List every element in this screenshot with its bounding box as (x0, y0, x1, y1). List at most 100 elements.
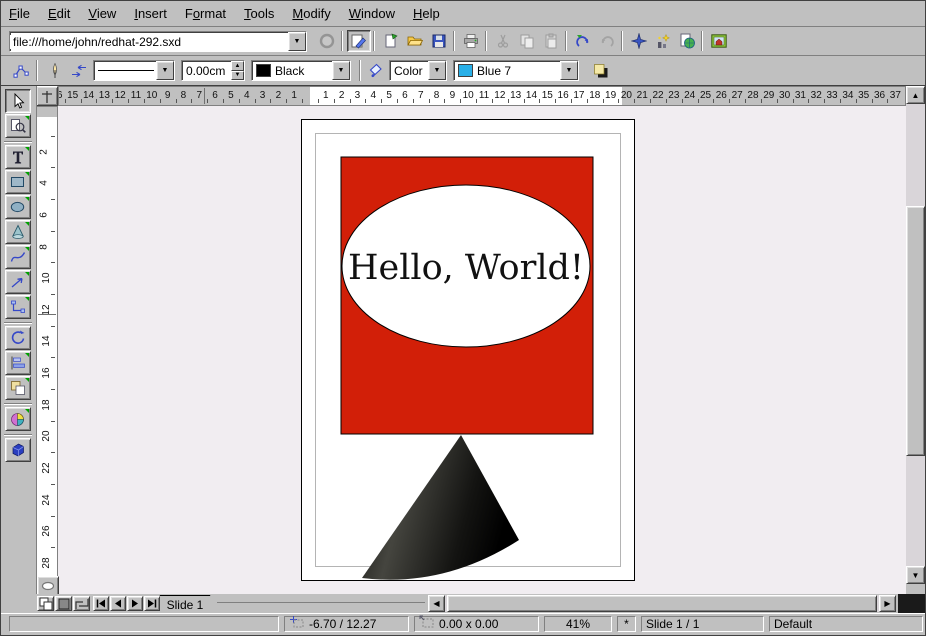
menu-format[interactable]: Format (177, 4, 234, 23)
slide-nav-next-button[interactable] (127, 596, 143, 611)
zoom-tool-button[interactable] (5, 114, 31, 138)
ruler-label: 30 (779, 90, 790, 101)
spin-up-button[interactable]: ▲ (231, 61, 244, 71)
fill-color-dropdown-button[interactable] (560, 61, 578, 80)
ruler-label: 27 (732, 90, 743, 101)
ruler-label: 26 (716, 90, 727, 101)
slide-nav-first-button[interactable] (93, 596, 109, 611)
fill-style-select[interactable]: Color (389, 60, 447, 81)
canvas[interactable]: Hello, World! (58, 106, 906, 594)
open-folder-button[interactable] (403, 30, 427, 52)
scroll-down-button[interactable]: ▼ (906, 566, 925, 584)
fill-color-select[interactable]: Blue 7 (453, 60, 579, 81)
curve-icon (10, 249, 26, 265)
rotate-icon (10, 330, 26, 346)
menu-modify[interactable]: Modify (284, 4, 338, 23)
url-input[interactable] (10, 35, 288, 49)
curve-tool-button[interactable] (5, 245, 31, 269)
hscroll-right-button[interactable]: ▶ (879, 595, 896, 612)
select-tool-button[interactable] (5, 89, 31, 113)
new-doc-button[interactable] (379, 30, 403, 52)
paste-button[interactable] (539, 30, 563, 52)
ruler-label: 26 (41, 526, 52, 537)
line-style-select[interactable] (93, 60, 175, 81)
slide-nav-last-button[interactable] (144, 596, 160, 611)
shadow-button[interactable] (589, 60, 613, 82)
menu-help[interactable]: Help (405, 4, 448, 23)
scroll-up-button[interactable]: ▲ (906, 86, 925, 104)
doc-globe-button[interactable] (675, 30, 699, 52)
line-color-select[interactable]: Black (251, 60, 351, 81)
ruler-label: 32 (811, 90, 822, 101)
menu-window[interactable]: Window (341, 4, 403, 23)
arrow-ends-button[interactable] (67, 60, 91, 82)
pen-button[interactable] (43, 60, 67, 82)
ruler-label: 14 (83, 90, 94, 101)
hscroll-thumb[interactable] (447, 595, 877, 612)
status-empty-cell (9, 616, 279, 632)
menu-insert[interactable]: Insert (126, 4, 175, 23)
slide-nav-prev-button[interactable] (110, 596, 126, 611)
undo-button[interactable] (571, 30, 595, 52)
text-tool-button[interactable] (5, 145, 31, 169)
line-width-spinner[interactable]: 0.00cm ▲▼ (181, 60, 245, 81)
copy-button[interactable] (515, 30, 539, 52)
rotate-tool-button[interactable] (5, 326, 31, 350)
url-dropdown-button[interactable] (288, 32, 306, 51)
arrow-tool-button[interactable] (5, 270, 31, 294)
controller3d-tool-button[interactable] (5, 438, 31, 462)
save-button[interactable] (427, 30, 451, 52)
edit-points-button[interactable] (9, 60, 33, 82)
connector-tool-button[interactable] (5, 295, 31, 319)
hscroll-left-button[interactable]: ◀ (428, 595, 445, 612)
zoom-star-button[interactable] (651, 30, 675, 52)
vertical-scrollbar[interactable]: ▲ ▼ (906, 86, 925, 584)
area-bucket-button[interactable] (363, 60, 387, 82)
cut-button[interactable] (491, 30, 515, 52)
hscroll-trough[interactable] (445, 595, 879, 612)
objects3d-tool-button[interactable] (5, 220, 31, 244)
layer-view-button[interactable] (73, 596, 90, 611)
ruler-label: 13 (99, 90, 110, 101)
status-zoom-cell[interactable]: 41% (544, 616, 612, 632)
arrange-tool-button[interactable] (5, 376, 31, 400)
line-color-dropdown-button[interactable] (332, 61, 350, 80)
menu-file[interactable]: File (1, 4, 38, 23)
slide-view-button[interactable] (37, 596, 54, 611)
ruler-label: 8 (434, 90, 440, 101)
redo-button[interactable] (595, 30, 619, 52)
flyout-indicator (25, 172, 29, 176)
hello-world-text[interactable]: Hello, World! (348, 248, 584, 288)
objects3d-icon (10, 224, 26, 240)
spin-down-button[interactable]: ▼ (231, 71, 244, 81)
object-bar: 0.00cm ▲▼ Black Color Blue 7 (1, 56, 926, 86)
menu-tools[interactable]: Tools (236, 4, 282, 23)
navigator-button[interactable] (627, 30, 651, 52)
line-style-dropdown-button[interactable] (156, 61, 174, 80)
align-tool-button[interactable] (5, 351, 31, 375)
status-style-cell[interactable]: Default (769, 616, 923, 632)
stop-icon (319, 33, 335, 49)
ruler-label: 2 (276, 90, 282, 101)
print-button[interactable] (459, 30, 483, 52)
oval-widget-icon (40, 578, 56, 594)
master-view-button[interactable] (55, 596, 72, 611)
menu-edit[interactable]: Edit (40, 4, 78, 23)
ruler-origin-button[interactable] (36, 86, 58, 106)
fill-style-dropdown-button[interactable] (428, 61, 446, 80)
insert-tool-button[interactable] (5, 407, 31, 431)
menu-view[interactable]: View (80, 4, 124, 23)
page[interactable]: Hello, World! (301, 119, 635, 581)
edit-points-icon (13, 63, 29, 79)
gallery-button[interactable] (707, 30, 731, 52)
ruler-label: 5 (228, 90, 234, 101)
stop-button[interactable] (315, 30, 339, 52)
vscroll-thumb[interactable] (906, 206, 925, 456)
ellipse-tool-button[interactable] (5, 195, 31, 219)
edit-file-button[interactable] (347, 30, 371, 52)
status-slide-cell[interactable]: Slide 1 / 1 (641, 616, 764, 632)
rect-tool-button[interactable] (5, 170, 31, 194)
navigator-icon (631, 33, 647, 49)
tab-slide-1[interactable]: Slide 1 (153, 595, 217, 613)
cone-shape[interactable] (362, 435, 519, 580)
